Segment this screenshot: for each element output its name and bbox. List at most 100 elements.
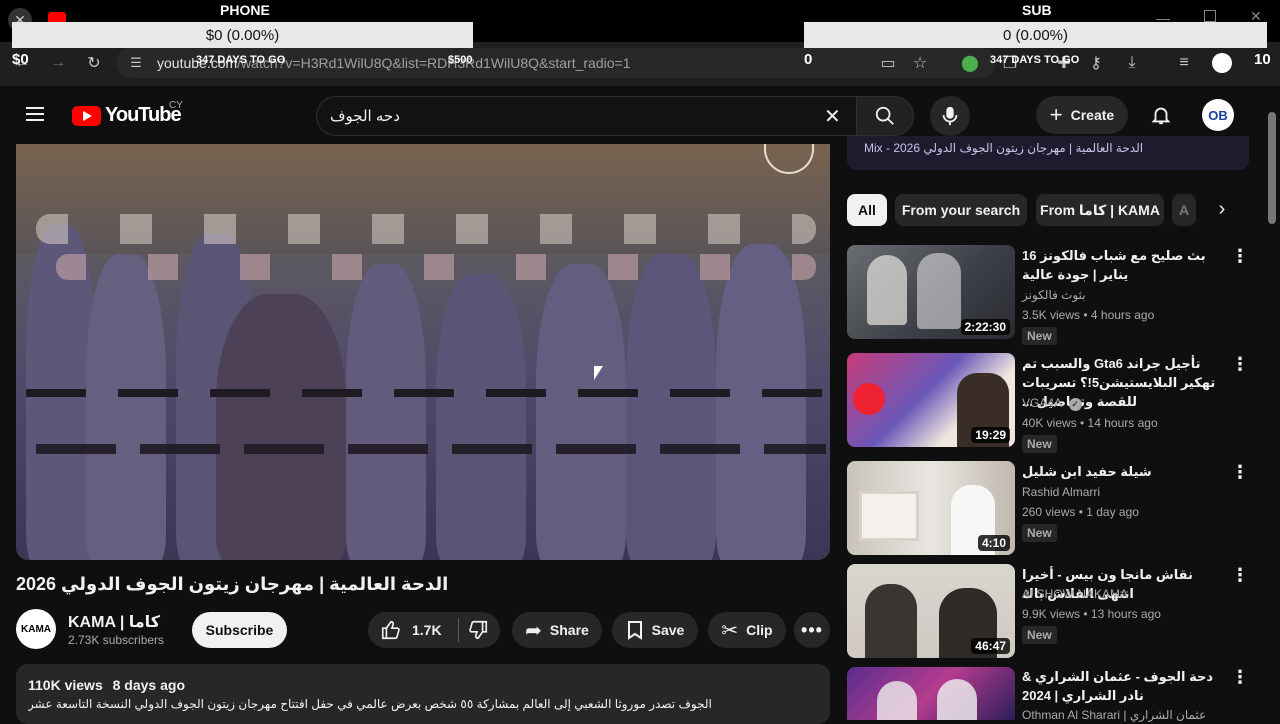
scissors-icon: ✂	[721, 619, 739, 642]
more-horizontal-icon: •••	[801, 619, 823, 640]
cast-icon[interactable]: ▭	[874, 49, 902, 77]
country-code: CY	[169, 100, 183, 111]
dancer-figure	[626, 254, 716, 560]
account-avatar[interactable]: OB	[1202, 99, 1234, 131]
new-badge: New	[1022, 524, 1057, 542]
new-badge: New	[1022, 626, 1057, 644]
like-icon[interactable]	[380, 619, 402, 641]
dancer-figure	[346, 264, 426, 560]
more-vertical-icon[interactable]: ⋮	[1231, 565, 1249, 585]
chip-all[interactable]: All	[847, 194, 887, 226]
ticker-right-value: 0 (0.00%)	[804, 22, 1267, 48]
chip-from-your-search[interactable]: From your search	[895, 194, 1027, 226]
related-video-meta: 3.5K views • 4 hours ago	[1022, 308, 1155, 322]
description-text: الجوف تصدر موروثا الشعبي إلى العالم بمشا…	[28, 697, 712, 711]
forward-icon[interactable]: →	[44, 49, 72, 77]
chevron-right-icon[interactable]: ›	[1208, 198, 1236, 222]
video-thumbnail[interactable]: 2:22:30	[847, 245, 1015, 339]
mix-playlist-title: Mix - الدحة العالمية | مهرجان زيتون الجو…	[864, 141, 1144, 155]
related-video-channel[interactable]: VGA4A ✓	[1022, 396, 1082, 411]
like-count[interactable]: 1.7K	[412, 622, 442, 638]
more-vertical-icon[interactable]: ⋮	[1231, 667, 1249, 687]
video-thumbnail[interactable]	[847, 667, 1015, 720]
ticker-left-value: $0 (0.00%)	[12, 22, 473, 48]
youtube-logo[interactable]: YouTube	[72, 104, 182, 127]
reload-icon[interactable]: ↻	[80, 49, 108, 77]
related-video-title[interactable]: شيلة حفيد ابن شليل	[1022, 462, 1222, 481]
restore-icon[interactable]	[1204, 10, 1216, 22]
description-box[interactable]	[16, 664, 830, 724]
more-actions-button[interactable]: •••	[794, 612, 830, 648]
page-scrollbar[interactable]	[1268, 112, 1276, 224]
more-vertical-icon[interactable]: ⋮	[1231, 246, 1249, 266]
dancer-figure	[216, 294, 346, 560]
channel-label: VGA4A	[1022, 396, 1062, 410]
video-duration: 4:10	[977, 535, 1010, 551]
new-badge: New	[1022, 327, 1057, 345]
site-info-icon[interactable]: ☰	[122, 49, 150, 77]
save-button[interactable]: Save	[612, 612, 698, 648]
create-button[interactable]: + Create	[1036, 96, 1128, 134]
search-icon	[875, 106, 894, 125]
menu-icon[interactable]	[24, 104, 48, 126]
video-thumbnail[interactable]: 19:29	[847, 353, 1015, 447]
dancer-figure	[86, 254, 166, 560]
ticker-left-goal: $500	[448, 54, 473, 66]
ticker-right-num-b: 10	[1254, 51, 1271, 68]
share-label: Share	[549, 622, 589, 638]
download-icon[interactable]: ⤓	[1118, 49, 1146, 77]
description-meta: 110K views 8 days ago	[28, 677, 185, 693]
more-vertical-icon[interactable]: ⋮	[1231, 354, 1249, 374]
related-video-channel[interactable]: Rashid Almarri	[1022, 485, 1100, 499]
media-control-icon[interactable]: ≡	[1170, 49, 1198, 77]
voice-search-button[interactable]	[930, 96, 970, 136]
key-icon[interactable]: ⚷	[1082, 49, 1110, 77]
video-thumbnail[interactable]: 46:47	[847, 564, 1015, 658]
url-path: /watch?v=H3Rd1WilU8Q&list=RDH3Rd1WilU8Q&…	[237, 55, 631, 71]
ticker-left-heading: PHONE	[220, 2, 270, 18]
related-video-meta: 40K views • 14 hours ago	[1022, 416, 1158, 430]
video-duration: 19:29	[971, 427, 1010, 443]
ticker-right-num-a: 0	[804, 51, 813, 68]
view-count: 110K views	[28, 677, 103, 693]
more-vertical-icon[interactable]: ⋮	[1231, 462, 1249, 482]
search-button[interactable]	[856, 96, 914, 136]
video-thumbnail[interactable]: 4:10	[847, 461, 1015, 555]
chip-from-channel[interactable]: From كاما | KAMA	[1036, 194, 1164, 226]
video-duration: 46:47	[971, 638, 1010, 654]
share-icon: ➦	[525, 619, 542, 642]
notifications-icon[interactable]	[1150, 104, 1172, 131]
new-badge: New	[1022, 435, 1057, 453]
ticker-left-small-a: $0	[12, 51, 29, 68]
related-video-title[interactable]: بث صليح مع شباب فالكونز 16 يناير | جودة …	[1022, 246, 1222, 284]
related-video-meta: 260 views • 1 day ago	[1022, 505, 1139, 519]
ticker-left-days: 347 DAYS TO GO	[196, 54, 286, 66]
bookmark-icon	[627, 621, 642, 640]
subscribe-button[interactable]: Subscribe	[192, 612, 287, 648]
ticker-right-heading: SUB	[1022, 2, 1052, 18]
ticker-right-days: 347 DAYS TO GO	[990, 54, 1080, 66]
channel-name[interactable]: KAMA | كاما	[68, 612, 160, 632]
extension-icon[interactable]: ⬤	[956, 49, 984, 77]
related-video-title[interactable]: دحة الجوف - عثمان الشراري & نادر الشراري…	[1022, 667, 1222, 705]
clip-label: Clip	[746, 622, 773, 638]
chip-more[interactable]: A	[1172, 194, 1196, 226]
related-video-channel[interactable]: AI SHOW NAKAMA	[1022, 587, 1128, 601]
dancer-figure	[536, 264, 626, 560]
microphone-icon	[942, 106, 958, 126]
video-title: الدحة العالمية | مهرجان زيتون الجوف الدو…	[16, 574, 449, 594]
clear-search-icon[interactable]: ✕	[824, 104, 841, 129]
share-button[interactable]: ➦ Share	[512, 612, 602, 648]
video-player[interactable]	[16, 144, 830, 560]
divider	[457, 618, 459, 642]
browser-profile-avatar[interactable]	[1212, 53, 1232, 73]
related-video-channel[interactable]: بثوث فالكونز	[1022, 288, 1086, 302]
bookmark-star-icon[interactable]: ☆	[906, 49, 934, 77]
belt-line	[36, 444, 826, 454]
verified-icon: ✓	[1068, 398, 1082, 411]
dislike-icon[interactable]	[467, 619, 489, 641]
belt-line	[26, 389, 826, 397]
clip-button[interactable]: ✂ Clip	[708, 612, 786, 648]
head-row	[36, 214, 816, 244]
channel-avatar[interactable]: KAMA	[16, 609, 56, 649]
